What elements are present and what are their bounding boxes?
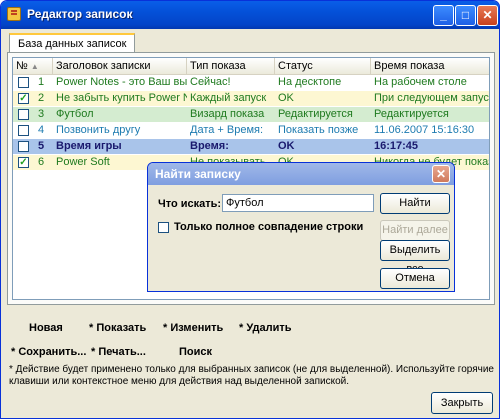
cell-status: OK [278, 140, 295, 152]
dialog-title: Найти записку [155, 167, 241, 181]
cell-time: 16:17:45 [374, 140, 419, 152]
delete-button[interactable]: * Удалить [239, 322, 292, 334]
dialog-close-button[interactable]: ✕ [432, 165, 450, 183]
cell-type: Визард показа [190, 108, 265, 120]
table-row[interactable]: 5 Время игры Время: OK 16:17:45 [13, 139, 489, 154]
find-next-button[interactable]: Найти далее [380, 220, 450, 241]
tab-strip: База данных записок [7, 31, 495, 53]
notes-app-icon [7, 7, 21, 21]
cell-number: 6 [38, 156, 45, 168]
search-input[interactable]: Футбол [222, 194, 374, 212]
new-note-button[interactable]: Новая [29, 322, 63, 334]
dialog-title-bar[interactable]: Найти записку ✕ [148, 163, 454, 185]
tab-notes-database[interactable]: База данных записок [9, 33, 136, 53]
cell-type: Сейчас! [190, 76, 231, 88]
header-time[interactable]: Время показа [371, 58, 489, 74]
header-number-label: № [16, 60, 28, 72]
hint-text: * Действие будет применено только для вы… [9, 364, 494, 387]
cell-type: Каждый запуск [190, 92, 267, 104]
edit-button[interactable]: * Изменить [163, 322, 223, 334]
cell-number: 2 [38, 92, 45, 104]
print-button[interactable]: * Печать... [91, 346, 146, 358]
cell-number: 4 [38, 124, 45, 136]
cell-number: 5 [38, 140, 45, 152]
save-button[interactable]: * Сохранить... [11, 346, 86, 358]
row-checkbox[interactable] [18, 77, 29, 88]
close-window-button[interactable]: ✕ [477, 5, 498, 26]
cell-type: Время: [190, 140, 229, 152]
cell-status: На десктопе [278, 76, 342, 88]
show-button[interactable]: * Показать [89, 322, 146, 334]
header-title[interactable]: Заголовок записки [53, 58, 187, 74]
header-type[interactable]: Тип показа [187, 58, 275, 74]
find-button[interactable]: Найти [380, 193, 450, 214]
cell-number: 3 [38, 108, 45, 120]
cell-status: Редактируется [278, 108, 353, 120]
cell-time: 11.06.2007 15:16:30 [374, 124, 475, 136]
cell-title: Футбол [56, 108, 94, 120]
title-bar[interactable]: Редактор записок _ □ ✕ [1, 1, 499, 29]
row-checkbox[interactable] [18, 141, 29, 152]
row-checkbox[interactable]: ✓ [18, 157, 29, 168]
find-note-dialog: Найти записку ✕ Что искать: Футбол Тольк… [147, 162, 455, 292]
search-button[interactable]: Поиск [179, 346, 212, 358]
table-row[interactable]: ✓ 2 Не забыть купить Power NotesКаждый зап… [13, 91, 489, 106]
minimize-button[interactable]: _ [433, 5, 454, 26]
row-checkbox[interactable] [18, 125, 29, 136]
window-title: Редактор записок [27, 7, 133, 21]
row-checkbox[interactable]: ✓ [18, 93, 29, 104]
cell-time: Редактируется [374, 108, 449, 120]
row-checkbox[interactable] [18, 109, 29, 120]
select-all-button[interactable]: Выделить все [380, 240, 450, 275]
notes-editor-window: Редактор записок _ □ ✕ База данных запис… [0, 0, 500, 419]
table-header: № ▲ Заголовок записки Тип показа Статус … [13, 58, 489, 75]
cell-title: Не забыть купить Power Notes [56, 92, 187, 104]
exact-match-checkbox[interactable] [158, 222, 169, 233]
exact-match-label: Только полное совпадение строки [174, 221, 364, 233]
table-row[interactable]: 3 Футбол Визард показа Редактируется Редакти… [13, 107, 489, 122]
cell-title: Power Notes - это Ваш выбор! [56, 76, 187, 88]
splitter[interactable] [7, 305, 495, 309]
close-button[interactable]: Закрыть [431, 392, 493, 414]
sort-icon: ▲ [30, 62, 39, 71]
table-row[interactable]: 1 Power Notes - это Ваш выбор!Сейчас! На д… [13, 75, 489, 90]
action-toolbar: Новая * Показать * Изменить * Удалить * … [7, 313, 495, 361]
maximize-button[interactable]: □ [455, 5, 476, 26]
search-label: Что искать: [158, 198, 222, 210]
cell-type: Дата + Время: [190, 124, 264, 136]
cell-time: При следующем запуске [374, 92, 489, 104]
table-row[interactable]: 4 Позвонить другу Дата + Время: Показать по… [13, 123, 489, 138]
header-number[interactable]: № ▲ [13, 58, 53, 74]
cell-status: Показать позже [278, 124, 359, 136]
cell-status: OK [278, 92, 294, 104]
header-status[interactable]: Статус [275, 58, 371, 74]
cell-time: На рабочем столе [374, 76, 467, 88]
cell-title: Время игры [56, 140, 122, 152]
cell-title: Позвонить другу [56, 124, 141, 136]
cell-number: 1 [38, 76, 45, 88]
cancel-button[interactable]: Отмена [380, 268, 450, 289]
